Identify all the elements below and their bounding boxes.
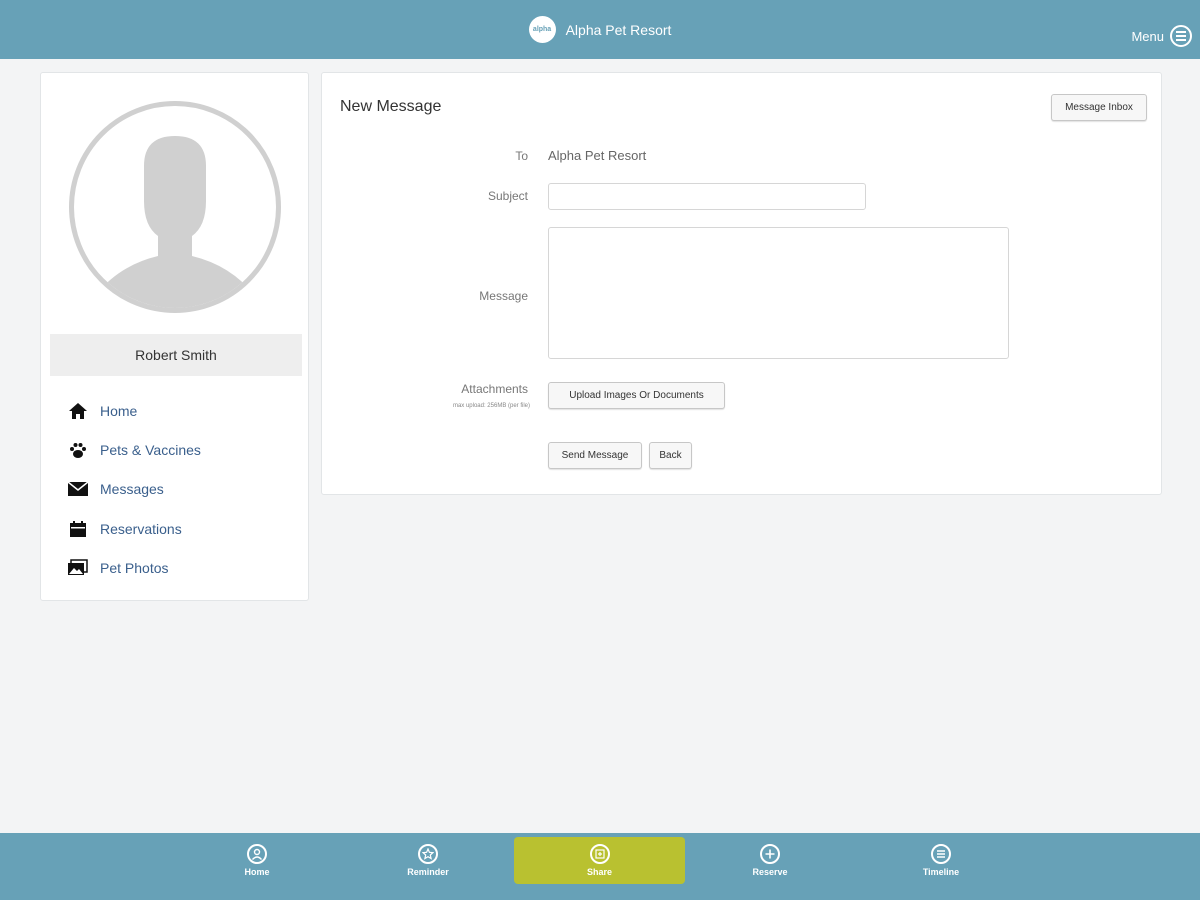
home-icon <box>66 399 90 423</box>
avatar <box>69 101 281 313</box>
sidebar-item-home[interactable]: Home <box>66 391 296 430</box>
calendar-icon <box>66 517 90 541</box>
subject-label: Subject <box>487 189 528 203</box>
sidebar-item-label: Reservations <box>100 520 182 537</box>
profile-sidebar: Robert Smith Home Pets & Vaccines Messag… <box>40 72 309 601</box>
new-message-card: New Message Message Inbox To Alpha Pet R… <box>321 72 1162 495</box>
user-circle-icon <box>247 844 267 864</box>
bottom-nav: Home Reminder Share Reserve Timeline <box>0 833 1200 900</box>
back-button[interactable]: Back <box>649 442 692 469</box>
app-name: Alpha Pet Resort <box>565 21 672 38</box>
sidebar-item-pets-vaccines[interactable]: Pets & Vaccines <box>66 430 296 469</box>
star-icon <box>418 844 438 864</box>
subject-field[interactable] <box>548 183 866 210</box>
tab-reminder[interactable]: Reminder <box>378 837 478 884</box>
page-title: New Message <box>340 98 442 115</box>
message-field[interactable] <box>548 227 1009 359</box>
attachments-label: Attachments <box>461 382 528 396</box>
paw-icon <box>66 438 90 462</box>
brand[interactable]: alpha Alpha Pet Resort <box>0 0 1200 59</box>
sidebar-item-label: Home <box>100 402 138 419</box>
sidebar-item-messages[interactable]: Messages <box>66 470 296 509</box>
tab-label: Reserve <box>752 867 788 877</box>
tab-label: Share <box>586 867 612 877</box>
sidebar-item-label: Messages <box>100 481 164 498</box>
top-bar: alpha Alpha Pet Resort Menu <box>0 0 1200 59</box>
tab-reserve[interactable]: Reserve <box>720 837 820 884</box>
sidebar-item-label: Pets & Vaccines <box>100 441 201 458</box>
sidebar-item-reservations[interactable]: Reservations <box>66 509 296 548</box>
tab-timeline[interactable]: Timeline <box>891 837 991 884</box>
upload-button[interactable]: Upload Images Or Documents <box>548 382 725 409</box>
attachments-note: max upload: 256MB (per file) <box>452 403 530 409</box>
to-value: Alpha Pet Resort <box>548 148 647 163</box>
message-label: Message <box>479 289 528 303</box>
tab-home[interactable]: Home <box>207 837 307 884</box>
tab-label: Home <box>244 867 270 877</box>
sidebar-nav: Home Pets & Vaccines Messages Reservatio… <box>66 391 296 587</box>
tab-label: Reminder <box>407 867 449 877</box>
menu-label: Menu <box>1131 28 1164 44</box>
timeline-icon <box>931 844 951 864</box>
photos-icon <box>66 556 90 580</box>
send-message-button[interactable]: Send Message <box>548 442 642 469</box>
avatar-silhouette-icon <box>91 136 259 308</box>
envelope-icon <box>66 477 90 501</box>
user-name: Robert Smith <box>50 334 302 376</box>
tab-share[interactable]: Share <box>514 837 685 884</box>
share-icon <box>589 844 610 864</box>
sidebar-item-label: Pet Photos <box>100 559 169 576</box>
to-label: To <box>515 149 528 163</box>
plus-icon <box>760 844 780 864</box>
sidebar-item-pet-photos[interactable]: Pet Photos <box>66 548 296 587</box>
tab-label: Timeline <box>922 867 960 877</box>
menu-button[interactable]: Menu <box>1131 25 1192 47</box>
hamburger-icon <box>1170 25 1192 47</box>
brand-logo: alpha <box>528 16 556 43</box>
message-inbox-button[interactable]: Message Inbox <box>1051 94 1147 121</box>
